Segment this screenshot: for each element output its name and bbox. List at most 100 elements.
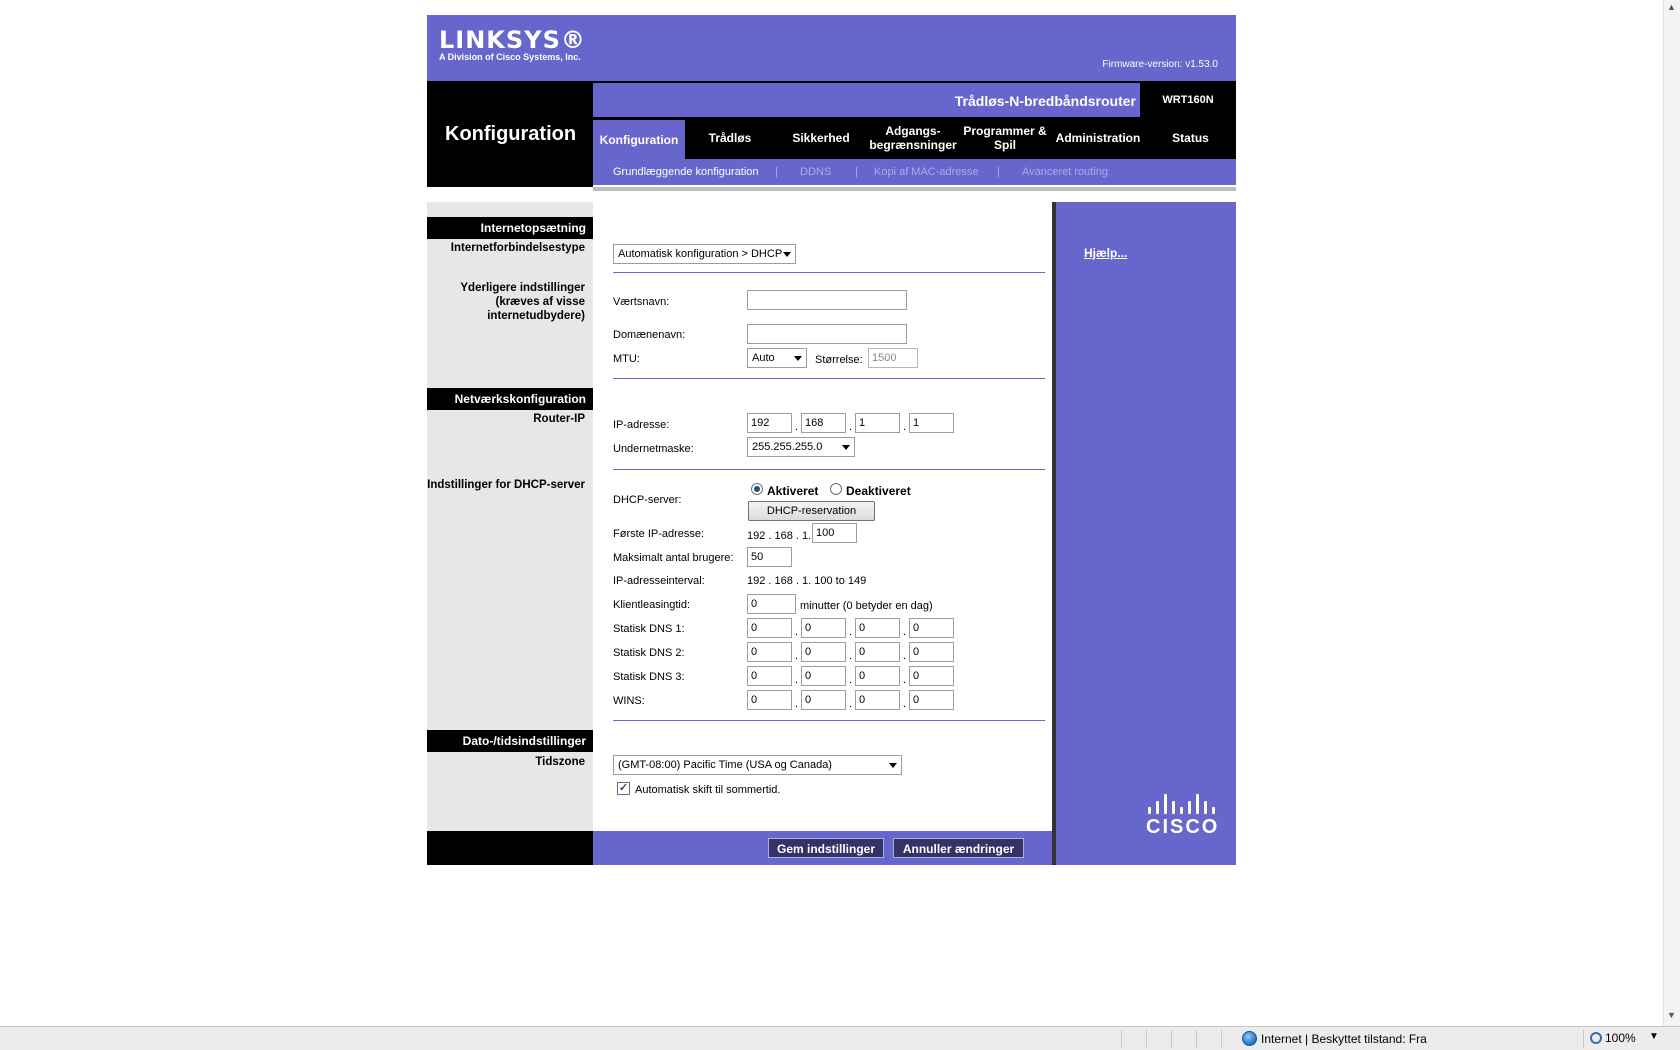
dns3-octet-3[interactable]: 0 [855,666,900,686]
cancel-button[interactable]: Annuller ændringer [893,838,1024,858]
tab-konfiguration[interactable]: Konfiguration [593,120,685,159]
dhcp-disabled-radio[interactable] [830,483,842,495]
ip-dot: . [849,650,853,662]
dst-checkbox[interactable]: ✓ [617,782,630,795]
scroll-down-icon[interactable]: ▼ [1667,1010,1676,1020]
ip-dot: . [795,674,799,686]
first-ip-label: Første IP-adresse: [613,528,705,540]
lease-time-label: Klientleasingtid: [613,599,691,611]
firmware-version: Firmware-version: v1.53.0 [1102,59,1218,70]
product-name: Trådløs-N-bredbåndsrouter [954,93,1136,109]
chevron-down-icon [889,763,897,768]
divider [613,378,1045,379]
ip-dot: . [903,698,907,710]
subtab-separator: | [855,166,858,178]
divider [613,469,1045,470]
ip-dot: . [849,698,853,710]
section-internet-type-label: Internetforbindelsestype [450,242,585,254]
ip-dot: . [795,421,799,433]
ip-dot: . [903,674,907,686]
dns1-octet-4[interactable]: 0 [909,618,954,638]
chevron-down-icon [794,356,802,361]
zoom-level: 100% [1605,1031,1636,1045]
subnet-label: Undernetmaske: [613,443,694,455]
dns2-label: Statisk DNS 2: [613,647,685,659]
wins-octet-2[interactable]: 0 [801,690,846,710]
ip-octet-3[interactable]: 1 [855,413,900,433]
scroll-up-icon[interactable]: ▲ [1667,2,1676,12]
mtu-select[interactable]: Auto [747,348,807,368]
dhcp-enabled-label: Aktiveret [767,484,819,498]
wins-label: WINS: [613,695,645,707]
model-badge: WRT160N [1140,83,1236,117]
lease-time-input[interactable]: 0 [747,594,796,614]
max-users-input[interactable]: 50 [747,547,792,567]
browser-viewport: LINKSYS® A Division of Cisco Systems, In… [0,0,1680,1026]
zoom-control[interactable]: 100% [1590,1031,1636,1045]
subtab-ddns[interactable]: DDNS [800,166,831,178]
cisco-wordmark: CISCO [1146,816,1220,838]
tab-administration[interactable]: Administration [1051,117,1145,159]
vertical-scrollbar[interactable]: ▲ ▼ [1663,0,1680,1026]
ip-octet-4[interactable]: 1 [909,413,954,433]
first-ip-prefix: 192 . 168 . 1. [747,530,812,542]
dns1-octet-2[interactable]: 0 [801,618,846,638]
hostname-input[interactable] [747,290,907,310]
dns2-octet-4[interactable]: 0 [909,642,954,662]
cisco-logo: CISCO [1146,792,1219,839]
wins-octet-4[interactable]: 0 [909,690,954,710]
connection-type-select[interactable]: Automatisk konfiguration > DHCP [613,244,796,264]
ip-dot: . [849,674,853,686]
subtab-advanced-routing[interactable]: Avanceret routing [1022,166,1108,178]
domain-input[interactable] [747,324,907,344]
first-ip-input[interactable]: 100 [812,523,857,543]
dhcp-enabled-radio[interactable] [751,483,763,495]
divider [613,720,1045,721]
tab-status[interactable]: Status [1145,117,1236,159]
tab-tradlos[interactable]: Trådløs [685,117,775,159]
connection-type-value: Automatisk konfiguration > DHCP [618,248,783,260]
dns1-octet-3[interactable]: 0 [855,618,900,638]
dns1-octet-1[interactable]: 0 [747,618,792,638]
ip-octet-1[interactable]: 192 [747,413,792,433]
section-time-heading: Dato-/tidsindstillinger [427,730,593,752]
dns2-octet-1[interactable]: 0 [747,642,792,662]
ip-octet-2[interactable]: 168 [801,413,846,433]
tab-adgangsbegransninger[interactable]: Adgangs- begrænsninger [867,117,959,159]
dns3-octet-4[interactable]: 0 [909,666,954,686]
status-separator [1146,1030,1147,1048]
header-divider [593,187,1236,191]
ip-dot: . [903,421,907,433]
wins-octet-1[interactable]: 0 [747,690,792,710]
subtab-separator: | [997,166,1000,178]
chevron-down-icon[interactable]: ▼ [1649,1031,1659,1042]
dns2-octet-3[interactable]: 0 [855,642,900,662]
subtab-mac-clone[interactable]: Kopi af MAC-adresse [874,166,979,178]
dhcp-disabled-label: Deaktiveret [846,484,911,498]
section-router-ip-label: Router-IP [533,413,585,425]
section-dhcp-label: Indstillinger for DHCP-server [427,479,585,491]
dns3-octet-1[interactable]: 0 [747,666,792,686]
dns3-octet-2[interactable]: 0 [801,666,846,686]
domain-label: Domænenavn: [613,329,686,341]
footer-actions: Gem indstillinger Annuller ændringer [593,831,1052,865]
dns2-octet-2[interactable]: 0 [801,642,846,662]
sub-tabs: Grundlæggende konfiguration | DDNS | Kop… [593,159,1236,185]
mtu-size-input[interactable]: 1500 [868,348,918,368]
help-link[interactable]: Hjælp... [1084,246,1127,260]
dhcp-reservation-button[interactable]: DHCP-reservation [748,501,875,521]
page-title: Konfiguration [445,123,577,145]
timezone-select[interactable]: (GMT-08:00) Pacific Time (USA og Canada) [613,755,902,775]
save-button[interactable]: Gem indstillinger [768,838,884,858]
status-separator [1583,1030,1584,1048]
subnet-select[interactable]: 255.255.255.0 [747,437,855,457]
tab-sikkerhed[interactable]: Sikkerhed [775,117,867,159]
dns1-label: Statisk DNS 1: [613,623,685,635]
ip-dot: . [903,650,907,662]
zoom-icon [1590,1032,1602,1044]
security-zone[interactable]: Internet | Beskyttet tilstand: Fra [1242,1031,1427,1046]
tab-programmer-spil[interactable]: Programmer & Spil [959,117,1051,159]
wins-octet-3[interactable]: 0 [855,690,900,710]
section-timezone-label: Tidszone [535,756,585,768]
subtab-grundlaeggende[interactable]: Grundlæggende konfiguration [613,166,759,178]
